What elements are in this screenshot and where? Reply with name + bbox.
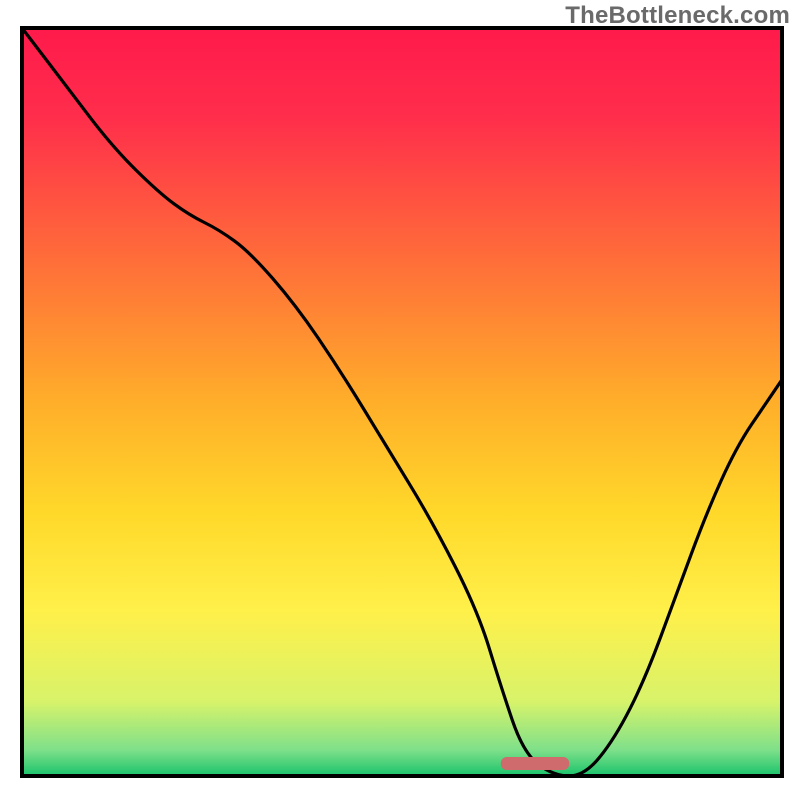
optimal-range-marker xyxy=(501,757,569,770)
watermark-text: TheBottleneck.com xyxy=(565,2,790,30)
plot-area xyxy=(22,28,782,776)
chart-stage: TheBottleneck.com xyxy=(0,0,800,800)
bottleneck-chart xyxy=(0,0,800,800)
